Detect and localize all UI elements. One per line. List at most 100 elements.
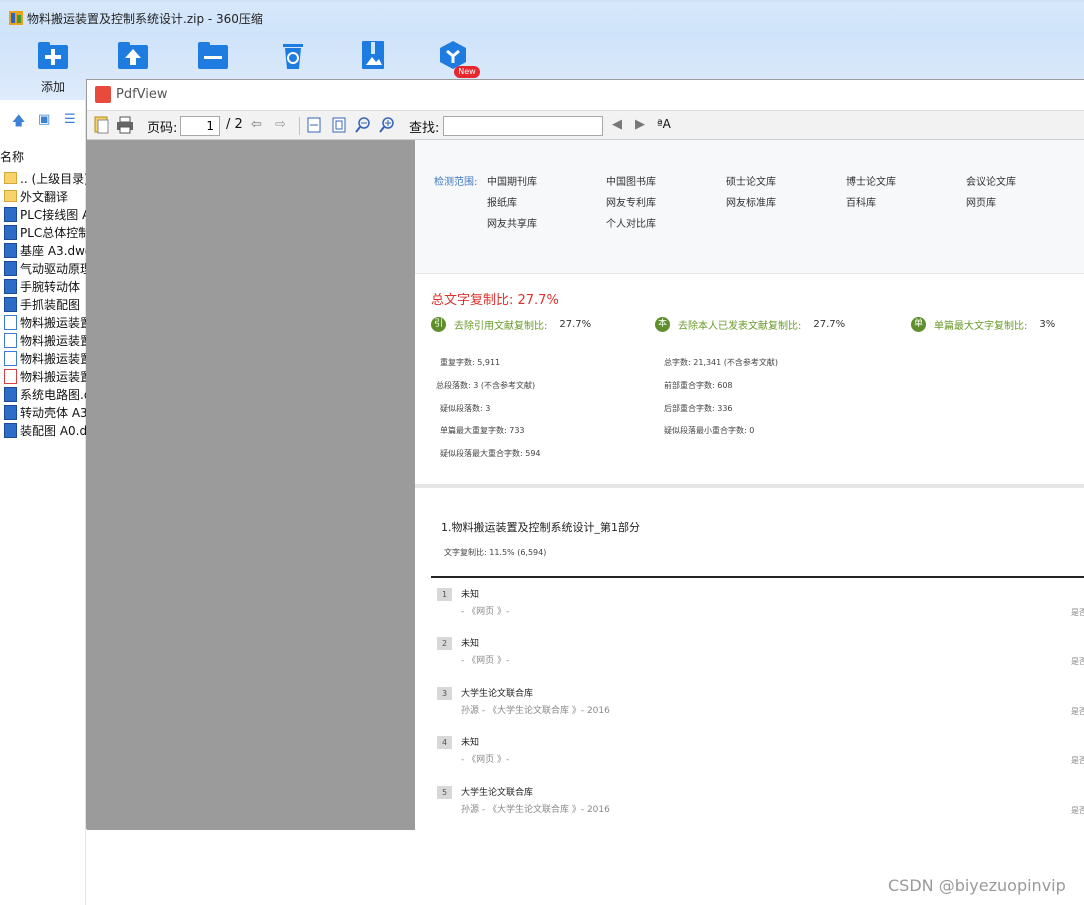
scope-db: 博士论文库 <box>846 177 896 188</box>
fit-width-icon[interactable] <box>307 117 321 137</box>
up-arrow-icon[interactable]: 🡅 <box>12 112 25 134</box>
add-icon <box>38 42 68 69</box>
file-name: 物料搬运装置 <box>20 315 86 330</box>
metric-label: 去除引用文献复制比: <box>454 321 548 332</box>
file-list-item[interactable]: .. (上级目录) <box>0 169 86 187</box>
source-number: 1 <box>437 588 452 601</box>
file-name: 手腕转动体 <box>20 279 81 294</box>
pdf-document-area[interactable]: 检测范围: 中国期刊库 中国图书库 硕士论文库 博士论文库 会议论文库 报纸库 … <box>87 140 1084 830</box>
citation-icon: 引 <box>431 317 446 332</box>
citation-flag: 是否引证:否 <box>1071 707 1084 716</box>
source-name: 未知 <box>461 738 480 748</box>
zoom-out-icon[interactable] <box>355 117 371 137</box>
file-list-item[interactable]: 手抓装配图 <box>0 295 86 313</box>
pdf-page: 检测范围: 中国期刊库 中国图书库 硕士论文库 博士论文库 会议论文库 报纸库 … <box>415 140 1084 830</box>
file-list: .. (上级目录) 外文翻译 PLC接线图 A PLC总体控制 基座 A3.dwg 气动驱… <box>0 169 86 439</box>
file-name: 手抓装配图 <box>20 297 81 312</box>
file-list-item[interactable]: 外文翻译 <box>0 187 86 205</box>
file-name: PLC接线图 A <box>20 207 86 222</box>
add-button[interactable]: 添加 <box>28 40 78 96</box>
print-icon[interactable] <box>116 116 134 138</box>
dwg-file-icon <box>4 260 17 276</box>
scope-db: 网友专利库 <box>606 198 656 209</box>
view-thumbnail-icon[interactable]: ▣ <box>38 112 50 127</box>
stat-item: 总字数: 21,341 (不含参考文献) <box>664 358 779 367</box>
zoom-in-icon[interactable] <box>379 117 395 137</box>
name-column-header[interactable]: 名称 <box>0 148 24 165</box>
source-meta: - 《网页 》- <box>461 607 510 617</box>
scope-label: 检测范围: <box>434 177 478 188</box>
extract-icon <box>118 42 148 69</box>
source-name: 大学生论文联合库 <box>461 788 534 798</box>
doc-file-icon <box>4 314 17 330</box>
metric-label: 去除本人已发表文献复制比: <box>678 321 802 332</box>
file-name: PLC总体控制 <box>20 225 86 240</box>
folder-icon <box>4 190 17 202</box>
pdf-toolbar: 页码: 1 / 2 ⇦ ⇨ 查找: ◀ ▶ ªA <box>87 110 1084 140</box>
prev-page-icon[interactable]: ⇦ <box>251 117 262 132</box>
stat-item: 重复字数: 5,911 <box>440 358 501 367</box>
file-list-item[interactable]: 基座 A3.dwg <box>0 241 86 259</box>
file-list-item[interactable]: PLC接线图 A <box>0 205 86 223</box>
stat-item: 后部重合字数: 336 <box>664 404 733 413</box>
source-item: 5 大学生论文联合库 孙源 - 《大学生论文联合库 》- 2016 是否引证:否 <box>437 784 1084 830</box>
scope-db: 百科库 <box>846 198 876 209</box>
file-list-item[interactable]: 手腕转动体 <box>0 277 86 295</box>
file-list-item[interactable]: 转动壳体 A3 <box>0 403 86 421</box>
view-list-icon[interactable]: ☰ <box>64 112 76 127</box>
fit-page-icon[interactable] <box>332 117 346 137</box>
next-page-icon[interactable]: ⇨ <box>275 117 286 132</box>
self-publish-icon: 本 <box>655 317 670 332</box>
dwg-file-icon <box>4 224 17 240</box>
source-meta: 孙源 - 《大学生论文联合库 》- 2016 <box>461 805 610 815</box>
file-name: 转动壳体 A3 <box>20 405 86 420</box>
scope-db: 网页库 <box>966 198 996 209</box>
scope-db: 个人对比库 <box>606 219 656 230</box>
file-list-item[interactable]: 系统电路图.d <box>0 385 86 403</box>
search-next-icon[interactable]: ▶ <box>635 117 645 132</box>
doc-file-icon <box>4 332 17 348</box>
scope-db: 会议论文库 <box>966 177 1016 188</box>
folder-icon <box>198 42 228 69</box>
section-divider <box>431 576 1084 578</box>
match-case-icon[interactable]: ªA <box>657 117 671 131</box>
page-number-input[interactable]: 1 <box>180 116 220 136</box>
source-item: 2 未知 - 《网页 》- 是否引证:否 <box>437 635 1084 683</box>
file-list-item[interactable]: PLC总体控制 <box>0 223 86 241</box>
stat-item: 前部重合字数: 608 <box>664 381 733 390</box>
file-list-item[interactable]: 物料搬运装置 <box>0 367 86 385</box>
dwg-file-icon <box>4 422 17 438</box>
scope-db: 硕士论文库 <box>726 177 776 188</box>
file-list-item[interactable]: 物料搬运装置 <box>0 331 86 349</box>
section-copy-ratio: 文字复制比: 11.5% (6,594) <box>444 548 547 557</box>
new-badge: New <box>454 66 480 78</box>
citation-flag: 是否引证:否 <box>1071 608 1084 617</box>
pdf-file-icon <box>4 368 17 384</box>
scope-db: 中国图书库 <box>606 177 656 188</box>
search-prev-icon[interactable]: ◀ <box>612 117 622 132</box>
stat-item: 单篇最大重复字数: 733 <box>440 426 525 435</box>
file-name: 物料搬运装置 <box>20 351 86 366</box>
search-input[interactable] <box>443 116 603 136</box>
section-title: 1.物料搬运装置及控制系统设计_第1部分 <box>441 521 640 534</box>
scope-db: 网友标准库 <box>726 198 776 209</box>
similarity-summary: 总文字复制比: 27.7% 引 去除引用文献复制比: 27.7% 本 去除本人已… <box>415 274 1084 488</box>
file-list-item[interactable]: 装配图 A0.d <box>0 421 86 439</box>
stat-item: 疑似段落最小重合字数: 0 <box>664 426 755 435</box>
dwg-file-icon <box>4 386 17 402</box>
source-number: 3 <box>437 687 452 700</box>
dwg-file-icon <box>4 296 17 312</box>
open-file-icon[interactable] <box>94 116 110 138</box>
title-bar: 物料搬运装置及控制系统设计.zip - 360压缩 <box>0 0 1084 34</box>
scope-db: 中国期刊库 <box>487 177 537 188</box>
add-label: 添加 <box>40 80 65 94</box>
metric-exclude-citation: 引 去除引用文献复制比: 27.7% <box>431 317 591 332</box>
file-name: 系统电路图.d <box>20 387 86 402</box>
stat-item: 疑似段落数: 3 <box>440 404 491 413</box>
file-list-item[interactable]: 物料搬运装置 <box>0 349 86 367</box>
metric-exclude-self: 本 去除本人已发表文献复制比: 27.7% <box>655 317 845 332</box>
file-list-item[interactable]: 气动驱动原理 <box>0 259 86 277</box>
pdf-viewer-window: PdfView 页码: 1 / 2 ⇦ ⇨ 查找: ◀ ▶ ªA 检测范围: 中… <box>86 79 1084 830</box>
source-item: 3 大学生论文联合库 孙源 - 《大学生论文联合库 》- 2016 是否引证:否 <box>437 685 1084 733</box>
file-list-item[interactable]: 物料搬运装置 <box>0 313 86 331</box>
